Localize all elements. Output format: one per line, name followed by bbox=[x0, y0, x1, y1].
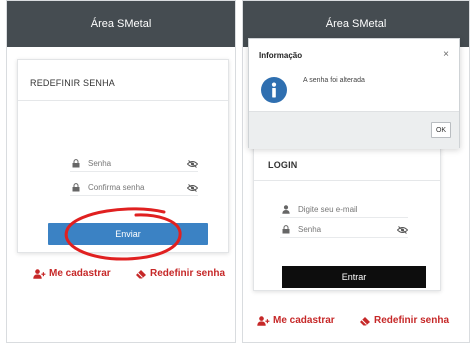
lock-icon bbox=[280, 225, 292, 234]
dialog-title: Informação bbox=[259, 51, 303, 60]
eye-slash-icon[interactable] bbox=[186, 159, 198, 168]
reset-password-link-label: Redefinir senha bbox=[374, 315, 450, 326]
eraser-icon bbox=[135, 269, 147, 279]
email-field[interactable]: Digite seu e-mail bbox=[280, 202, 408, 218]
password-field[interactable]: Senha bbox=[280, 222, 408, 238]
password-placeholder: Senha bbox=[298, 225, 322, 234]
login-card: LOGIN Digite seu e-mail Senha Entrar bbox=[253, 133, 441, 291]
card-divider bbox=[254, 180, 440, 181]
reset-password-link[interactable]: Redefinir senha bbox=[135, 268, 225, 279]
register-link-label: Me cadastrar bbox=[273, 315, 335, 326]
user-plus-icon bbox=[257, 315, 270, 326]
send-button[interactable]: Enviar bbox=[48, 223, 208, 245]
app-title: Área SMetal bbox=[90, 18, 152, 30]
reset-password-link-label: Redefinir senha bbox=[150, 268, 226, 279]
login-button-label: Entrar bbox=[341, 272, 367, 282]
info-dialog: Informação × A senha foi alterada OK bbox=[248, 38, 460, 149]
password-placeholder: Senha bbox=[88, 159, 112, 168]
confirm-password-field[interactable]: Confirma senha bbox=[70, 180, 198, 196]
close-icon[interactable]: × bbox=[443, 49, 449, 60]
card-divider bbox=[18, 100, 228, 101]
user-plus-icon bbox=[33, 268, 46, 279]
email-placeholder: Digite seu e-mail bbox=[298, 205, 358, 214]
login-button[interactable]: Entrar bbox=[282, 266, 426, 288]
info-icon bbox=[261, 77, 287, 103]
lock-icon bbox=[70, 159, 82, 168]
register-link[interactable]: Me cadastrar bbox=[257, 315, 335, 326]
user-icon bbox=[280, 205, 292, 214]
card-title: LOGIN bbox=[268, 160, 298, 170]
dialog-message: A senha foi alterada bbox=[303, 77, 365, 84]
app-title: Área SMetal bbox=[325, 18, 387, 30]
reset-password-screen: Área SMetal REDEFINIR SENHA Senha Confir… bbox=[6, 0, 236, 343]
ok-button[interactable]: OK bbox=[431, 122, 451, 138]
register-link[interactable]: Me cadastrar bbox=[33, 268, 111, 279]
send-button-label: Enviar bbox=[115, 229, 141, 239]
reset-password-card: REDEFINIR SENHA Senha Confirma senha Env… bbox=[17, 59, 229, 253]
lock-icon bbox=[70, 183, 82, 192]
app-header: Área SMetal bbox=[7, 1, 235, 47]
eraser-icon bbox=[359, 316, 371, 326]
reset-password-link[interactable]: Redefinir senha bbox=[359, 315, 449, 326]
eye-slash-icon[interactable] bbox=[186, 183, 198, 192]
dialog-footer: OK bbox=[249, 111, 459, 149]
confirm-password-placeholder: Confirma senha bbox=[88, 183, 145, 192]
card-title: REDEFINIR SENHA bbox=[30, 78, 116, 88]
new-password-field[interactable]: Senha bbox=[70, 156, 198, 172]
register-link-label: Me cadastrar bbox=[49, 268, 111, 279]
eye-slash-icon[interactable] bbox=[396, 225, 408, 234]
